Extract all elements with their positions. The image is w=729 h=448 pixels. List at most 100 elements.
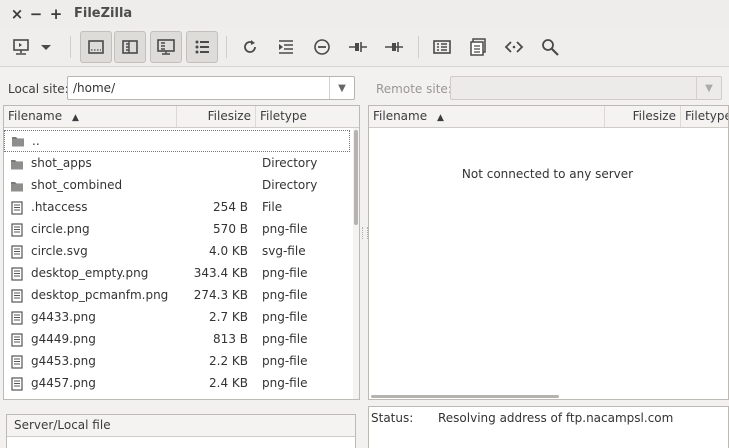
status-message: Resolving address of ftp.nacampsl.com (438, 411, 674, 425)
toggle-local-tree-button[interactable] (114, 31, 146, 63)
local-scrollbar-thumb[interactable] (354, 130, 358, 225)
not-connected-message: Not connected to any server (461, 167, 634, 181)
remote-site-label: Remote site: (376, 82, 452, 96)
file-type: png-file (262, 332, 308, 346)
local-vertical-scrollbar[interactable] (353, 128, 359, 399)
sync-browsing-button[interactable] (498, 31, 530, 63)
file-size: 4.0 KB (209, 244, 248, 258)
remote-site-input: ▼ (450, 76, 722, 100)
queue-header: Server/Local file (7, 415, 355, 437)
disconnect-button[interactable] (342, 31, 374, 63)
remote-horizontal-scrollbar[interactable] (371, 395, 559, 398)
toggle-remote-tree-icon (157, 39, 175, 55)
file-type: png-file (262, 310, 308, 324)
toggle-transfer-queue-button[interactable] (186, 31, 218, 63)
local-column-filename[interactable]: Filename ▲ (4, 106, 177, 127)
remote-list-header: Filename ▲ Filesize Filetype (369, 106, 728, 128)
local-site-dropdown-icon[interactable]: ▼ (329, 77, 354, 99)
reconnect-button[interactable] (378, 31, 410, 63)
status-label: Status: (371, 411, 414, 425)
file-row[interactable]: desktop_pcmanfm.png 274.3 KB png-file (4, 284, 350, 306)
local-column-filetype[interactable]: Filetype (256, 106, 359, 127)
file-size: 2.2 KB (209, 354, 248, 368)
cancel-icon (314, 39, 330, 55)
file-row[interactable]: desktop_empty.png 343.4 KB png-file (4, 262, 350, 284)
disconnect-icon (349, 42, 367, 52)
toolbar (0, 28, 729, 67)
file-type: svg-file (262, 244, 306, 258)
file-type: png-file (262, 266, 308, 280)
sync-browsing-icon (504, 41, 524, 53)
local-file-list[interactable]: Filename ▲ Filesize Filetype .. shot_apps… (3, 105, 360, 400)
toggle-message-log-button[interactable] (80, 31, 112, 63)
remote-column-filename[interactable]: Filename ▲ (369, 106, 605, 127)
local-site-bar: Local site: /home/ ▼ (0, 70, 360, 104)
file-type: png-file (262, 222, 308, 236)
file-row[interactable]: shot_combined Directory (4, 174, 350, 196)
message-log: Status: Resolving address of ftp.nacamps… (368, 406, 729, 448)
title-bar: × − + FileZilla (0, 0, 729, 28)
remote-site-dropdown-icon: ▼ (696, 77, 721, 99)
local-site-label: Local site: (8, 82, 69, 96)
file-size: 254 B (213, 200, 248, 214)
folder-icon (10, 178, 24, 192)
file-name: shot_combined (31, 178, 123, 192)
file-row[interactable]: .htaccess 254 B File (4, 196, 350, 218)
folder-icon (11, 134, 25, 148)
site-manager-dropdown[interactable] (36, 31, 56, 63)
search-icon (542, 39, 559, 56)
minimize-button[interactable]: − (28, 5, 44, 23)
compare-directories-icon (470, 38, 486, 56)
refresh-icon (244, 40, 256, 53)
directory-listing-filters-button[interactable] (426, 31, 458, 63)
toggle-remote-tree-button[interactable] (150, 31, 182, 63)
file-row[interactable]: g4457.png 2.4 KB png-file (4, 372, 350, 394)
file-type: png-file (262, 288, 308, 302)
dropdown-arrow-icon (41, 45, 51, 50)
file-row[interactable]: circle.svg 4.0 KB svg-file (4, 240, 350, 262)
file-type: Directory (262, 178, 318, 192)
toggle-transfer-queue-icon (195, 40, 209, 54)
file-name: shot_apps (31, 156, 92, 170)
remote-site-bar: Remote site: ▼ (368, 70, 729, 104)
refresh-button[interactable] (234, 31, 266, 63)
file-size: 343.4 KB (193, 266, 248, 280)
local-site-path: /home/ (73, 81, 116, 95)
search-button[interactable] (534, 31, 566, 63)
site-manager-button[interactable] (5, 31, 37, 63)
local-site-input[interactable]: /home/ ▼ (67, 76, 355, 100)
local-column-filesize[interactable]: Filesize (177, 106, 256, 127)
file-size: 274.3 KB (193, 288, 248, 302)
parent-directory-row[interactable]: .. (4, 130, 350, 152)
site-manager-icon (13, 39, 29, 55)
remote-column-filetype[interactable]: Filetype (681, 106, 728, 127)
folder-icon (10, 156, 24, 170)
file-size: 2.7 KB (209, 310, 248, 324)
sort-ascending-icon: ▲ (436, 113, 444, 123)
process-queue-icon (279, 40, 293, 54)
maximize-button[interactable]: + (48, 5, 64, 23)
file-row[interactable]: shot_apps Directory (4, 152, 350, 174)
compare-directories-button[interactable] (462, 31, 494, 63)
file-type: png-file (262, 354, 308, 368)
directory-listing-filters-icon (433, 40, 451, 54)
file-size: 570 B (213, 222, 248, 236)
file-type: File (262, 200, 283, 214)
file-size: 2.4 KB (209, 376, 248, 390)
remote-file-list[interactable]: Filename ▲ Filesize Filetype Not connect… (368, 105, 729, 400)
toggle-local-tree-icon (122, 40, 138, 54)
local-list-header: Filename ▲ Filesize Filetype (4, 106, 359, 128)
file-type: png-file (262, 376, 308, 390)
reconnect-icon (385, 42, 403, 52)
file-row[interactable]: g4433.png 2.7 KB png-file (4, 306, 350, 328)
file-row[interactable]: g4449.png 813 Bpng-file (4, 328, 350, 350)
cancel-button[interactable] (306, 31, 338, 63)
file-row[interactable]: g4453.png 2.2 KB png-file (4, 350, 350, 372)
transfer-queue: Server/Local file (6, 414, 356, 448)
process-queue-button[interactable] (270, 31, 302, 63)
file-row[interactable]: circle.png 570 Bpng-file (4, 218, 350, 240)
queue-column-server-local-file[interactable]: Server/Local file (7, 415, 355, 436)
file-size: 813 B (213, 332, 248, 346)
close-button[interactable]: × (9, 5, 25, 23)
remote-column-filesize[interactable]: Filesize (605, 106, 681, 127)
